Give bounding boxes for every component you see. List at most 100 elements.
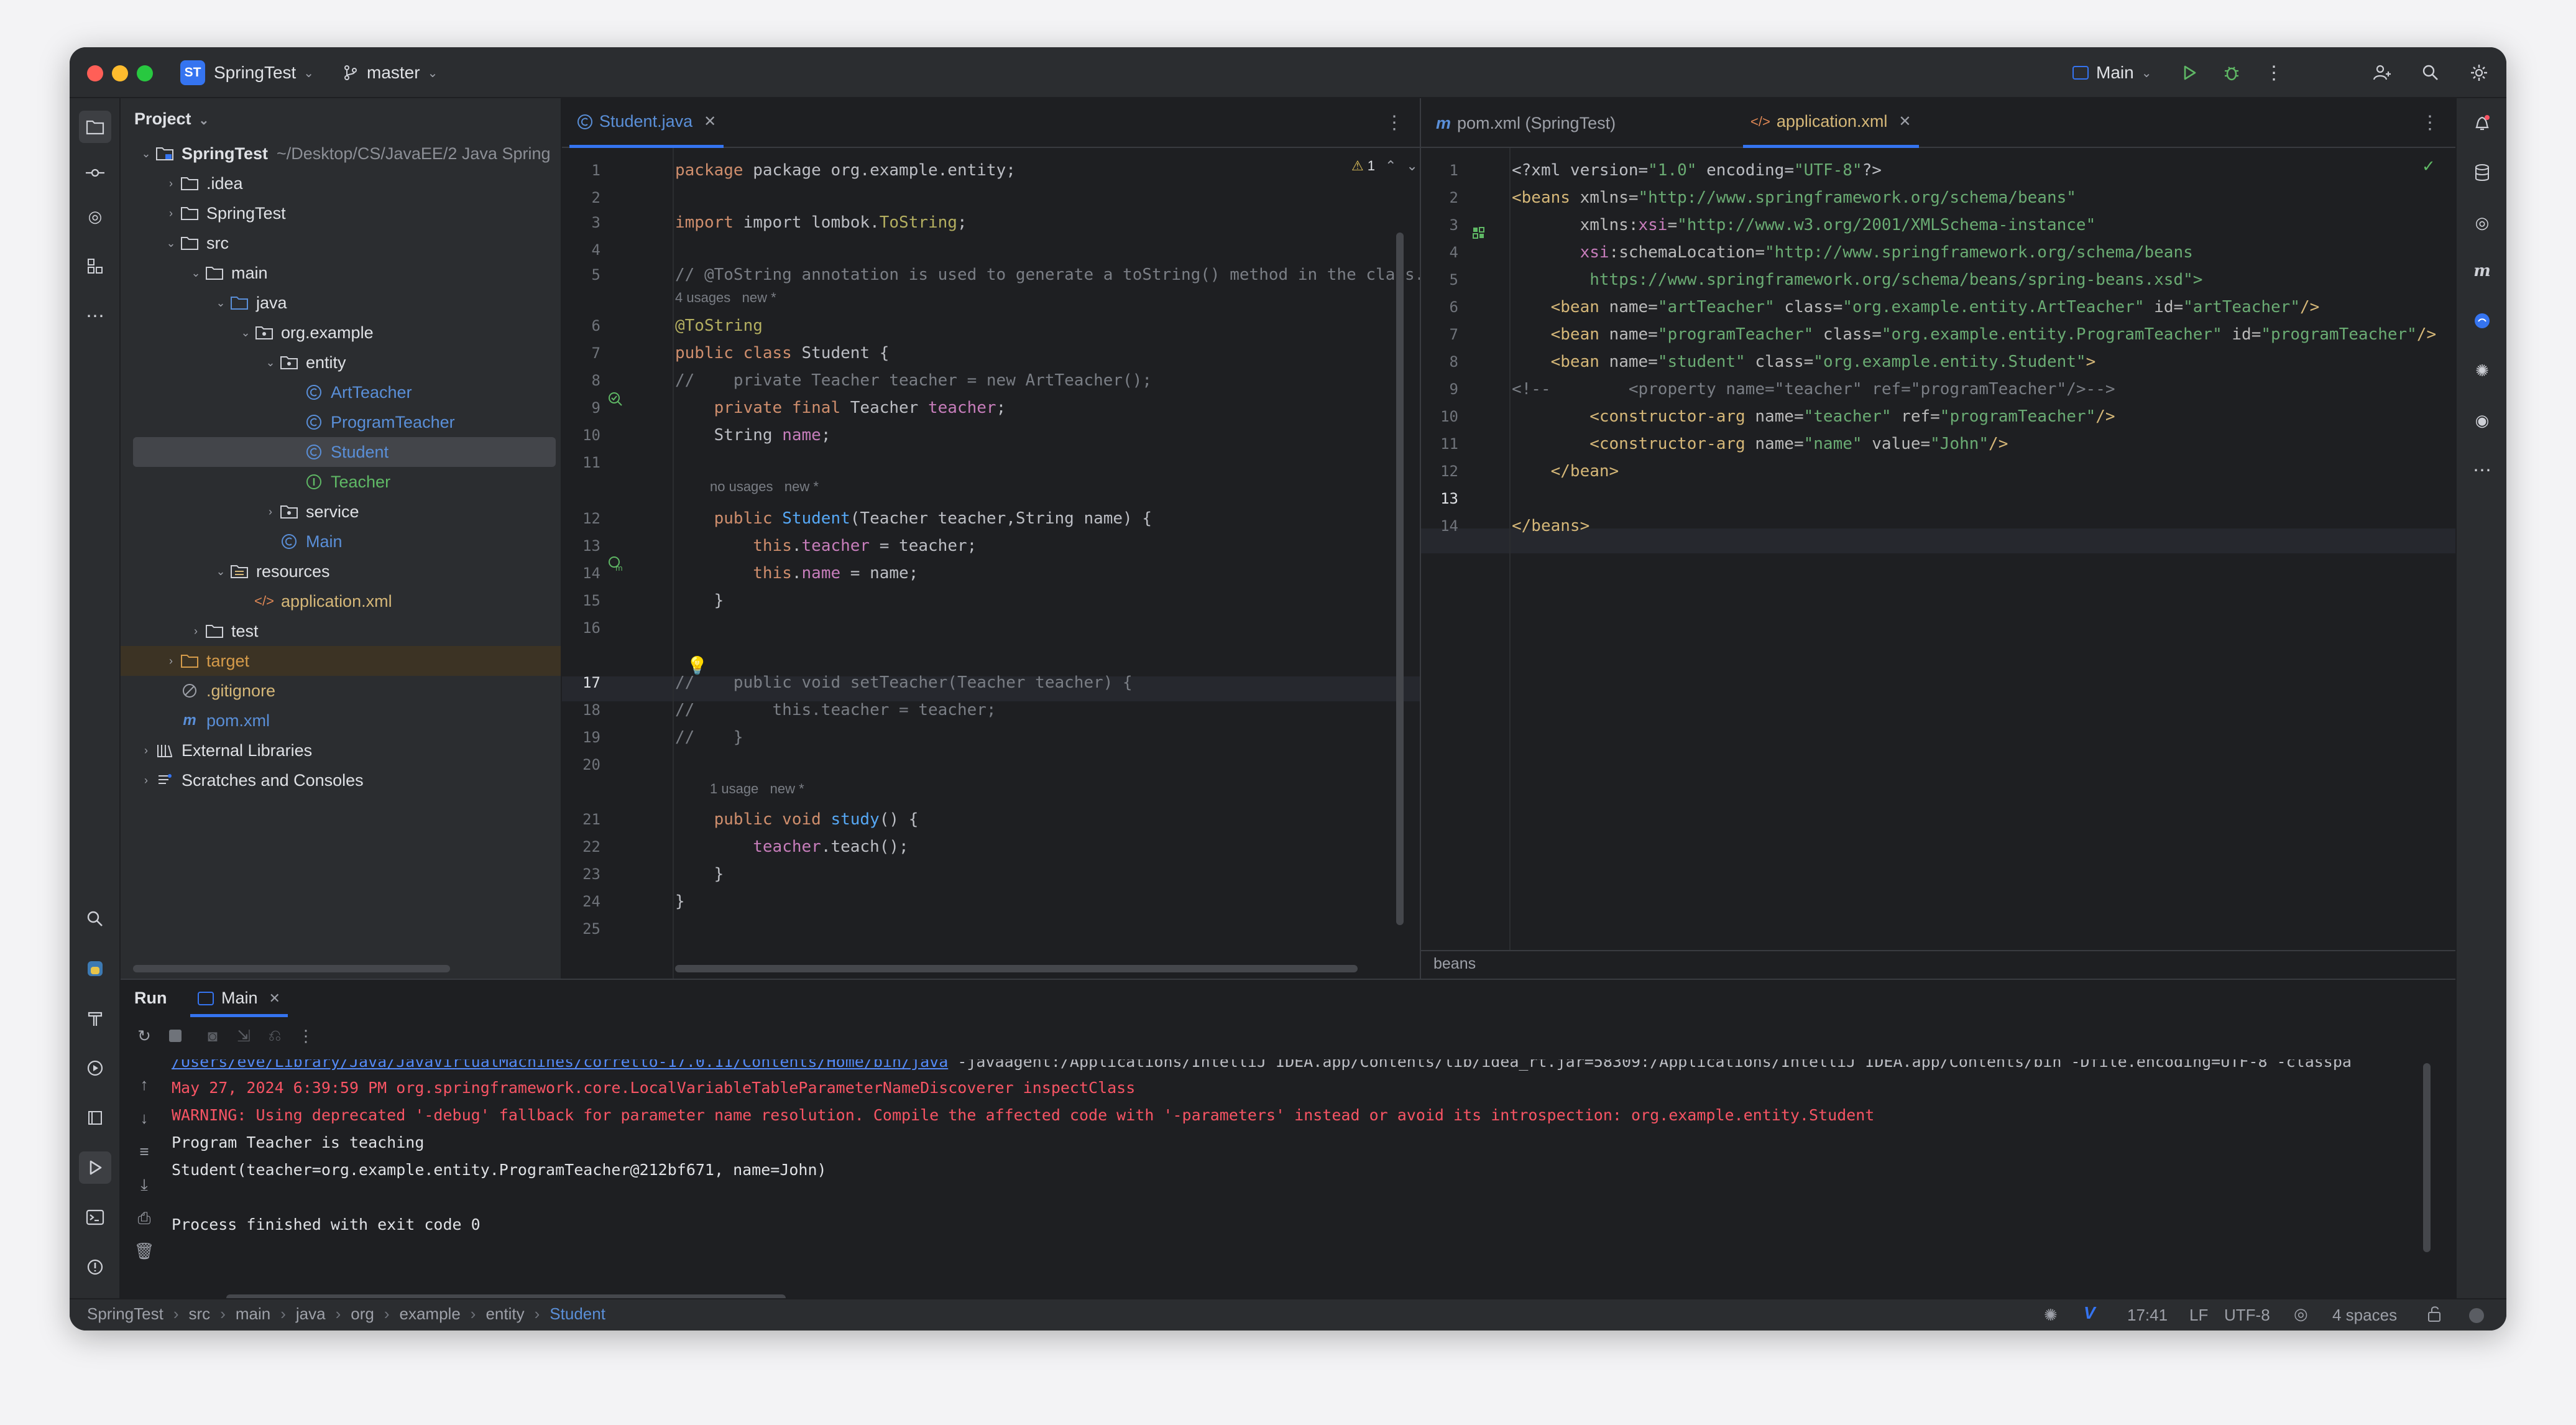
copilot-status-icon[interactable]: ◎ (2294, 1304, 2308, 1324)
services-tool-icon[interactable] (83, 1056, 108, 1081)
line-number[interactable]: 5 (569, 266, 600, 284)
tab-options-icon[interactable]: ⋮ (1385, 112, 1404, 134)
settings-gear-icon[interactable] (2467, 60, 2491, 85)
line-number[interactable]: 19 (569, 729, 600, 746)
database-icon[interactable] (2470, 160, 2495, 185)
line-number[interactable]: 25 (569, 920, 600, 938)
spring-beans-marker-icon[interactable] (1472, 226, 1489, 244)
console-output[interactable]: /Users/eve/Library/Java/JavaVirtualMachi… (168, 1059, 2437, 1298)
branch-switcher[interactable]: master ⌄ (342, 47, 438, 98)
bean-marker-icon[interactable]: m (607, 555, 624, 575)
line-number[interactable]: 13 (569, 537, 600, 555)
soft-wrap-icon[interactable]: ≡ (133, 1140, 155, 1163)
tree-node-service[interactable]: › service (121, 497, 561, 527)
tree-node-java[interactable]: ⌄ java (121, 288, 561, 318)
tab-application-xml[interactable]: </> application.xml ✕ (1743, 98, 1919, 148)
tree-node-external-libraries[interactable]: › External Libraries (121, 736, 561, 765)
tab-options-icon[interactable]: ⋮ (2421, 112, 2439, 134)
run-tool-icon[interactable] (79, 1151, 111, 1184)
gradle-icon[interactable]: ◉ (2470, 408, 2495, 433)
project-tool-icon[interactable] (79, 111, 111, 143)
notifications-bell-icon[interactable] (2470, 111, 2495, 136)
find-tool-icon[interactable] (83, 906, 108, 931)
line-number[interactable]: 23 (569, 865, 600, 883)
usages-hint[interactable]: 1 usage new * (710, 781, 804, 797)
line-number[interactable]: 2 (569, 189, 600, 206)
usages-hint[interactable]: 4 usages new * (675, 290, 776, 306)
ai-status-icon[interactable]: ✺ (2044, 1306, 2058, 1325)
build-tool-icon[interactable] (83, 1006, 108, 1031)
editor-vertical-scrollbar[interactable] (1396, 233, 1404, 925)
line-number[interactable]: 14 (569, 565, 600, 582)
close-window-button[interactable] (87, 65, 103, 81)
more-tools-icon[interactable]: ⋯ (2470, 458, 2495, 482)
attach-debugger-icon[interactable]: ⎌ (264, 1025, 286, 1047)
implemented-marker-icon[interactable] (607, 390, 624, 411)
breadcrumb-item[interactable]: Student (550, 1304, 605, 1324)
maven-tool-icon[interactable]: m (2470, 259, 2495, 284)
line-number[interactable]: 12 (1427, 463, 1458, 480)
tree-node-idea[interactable]: › .idea (121, 168, 561, 198)
copilot-icon[interactable]: ◎ (2470, 210, 2495, 235)
no-problems-check-icon[interactable]: ✓ (2422, 157, 2436, 176)
ai-assistant-icon[interactable] (2470, 308, 2495, 333)
line-number[interactable]: 18 (569, 701, 600, 719)
line-separator[interactable]: LF (2189, 1306, 2208, 1325)
tree-node-student[interactable]: Student (133, 437, 556, 467)
tree-node-resources[interactable]: ⌄ resources (121, 556, 561, 586)
line-number[interactable]: 16 (569, 619, 600, 637)
tree-node-scratches[interactable]: › Scratches and Consoles (121, 765, 561, 795)
tree-node-test[interactable]: › test (121, 616, 561, 646)
project-horizontal-scrollbar[interactable] (133, 965, 450, 972)
tree-node-pom-xml[interactable]: m pom.xml (121, 706, 561, 736)
project-panel-title[interactable]: Project ⌄ (134, 109, 209, 129)
line-number[interactable]: 11 (569, 454, 600, 471)
chevron-down-icon[interactable]: ⌄ (1406, 158, 1417, 174)
line-number[interactable]: 5 (1427, 271, 1458, 288)
stop-icon[interactable] (164, 1025, 186, 1047)
line-number[interactable]: 17 (569, 674, 600, 691)
breadcrumb-item[interactable]: example (400, 1304, 461, 1324)
tree-node-root[interactable]: ⌄ SpringTest ~/Desktop/CS/JavaEE/2 Java … (121, 139, 561, 168)
line-number[interactable]: 3 (569, 214, 600, 231)
breadcrumb-item[interactable]: SpringTest (87, 1304, 163, 1324)
file-encoding[interactable]: UTF-8 (2224, 1306, 2270, 1325)
add-user-icon[interactable] (2370, 60, 2394, 85)
breadcrumb-item[interactable]: src (189, 1304, 211, 1324)
line-number[interactable]: 14 (1427, 517, 1458, 535)
tree-node-org-example[interactable]: ⌄ org.example (121, 318, 561, 348)
close-tab-icon[interactable]: ✕ (1898, 113, 1911, 131)
tree-node-main-class[interactable]: Main (121, 527, 561, 556)
more-options-icon[interactable]: ⋮ (295, 1025, 317, 1047)
print-icon[interactable]: ⎙ (133, 1207, 155, 1230)
python-console-icon[interactable] (83, 956, 108, 981)
vcs-status-icon[interactable]: V (2084, 1303, 2095, 1323)
tree-node-src[interactable]: ⌄ src (121, 228, 561, 258)
line-number[interactable]: 4 (1427, 244, 1458, 261)
run-config-selector[interactable]: Main ⌄ (2072, 47, 2151, 98)
database-tool-icon[interactable] (83, 1105, 108, 1130)
scroll-down-icon[interactable]: ↓ (133, 1107, 155, 1129)
line-number[interactable]: 9 (569, 399, 600, 417)
jdk-path-link[interactable]: /Users/eve/Library/Java/JavaVirtualMachi… (172, 1059, 948, 1071)
xml-editor[interactable]: m pom.xml (SpringTest) </> application.x… (1421, 98, 2455, 979)
tree-node-gitignore[interactable]: .gitignore (121, 676, 561, 706)
more-actions-icon[interactable]: ⋮ (2261, 60, 2286, 85)
xml-breadcrumb[interactable]: beans (1433, 955, 1476, 973)
line-number[interactable]: 11 (1427, 435, 1458, 453)
line-number[interactable]: 10 (569, 427, 600, 444)
line-number[interactable]: 7 (1427, 326, 1458, 343)
problems-tool-icon[interactable] (83, 1255, 108, 1280)
search-icon[interactable] (2418, 60, 2443, 85)
structure-tool-icon[interactable] (83, 254, 108, 279)
memory-indicator-icon[interactable] (2469, 1308, 2484, 1323)
run-icon[interactable] (2177, 60, 2202, 85)
breadcrumb-item[interactable]: java (296, 1304, 326, 1324)
line-number[interactable]: 15 (569, 592, 600, 609)
tree-node-springtest[interactable]: › SpringTest (121, 198, 561, 228)
line-number[interactable]: 1 (569, 162, 600, 179)
console-vertical-scrollbar[interactable] (2423, 1063, 2431, 1252)
run-tab-main[interactable]: Main ✕ (190, 982, 288, 1017)
line-number[interactable]: 1 (1427, 162, 1458, 179)
line-number[interactable]: 6 (569, 317, 600, 334)
